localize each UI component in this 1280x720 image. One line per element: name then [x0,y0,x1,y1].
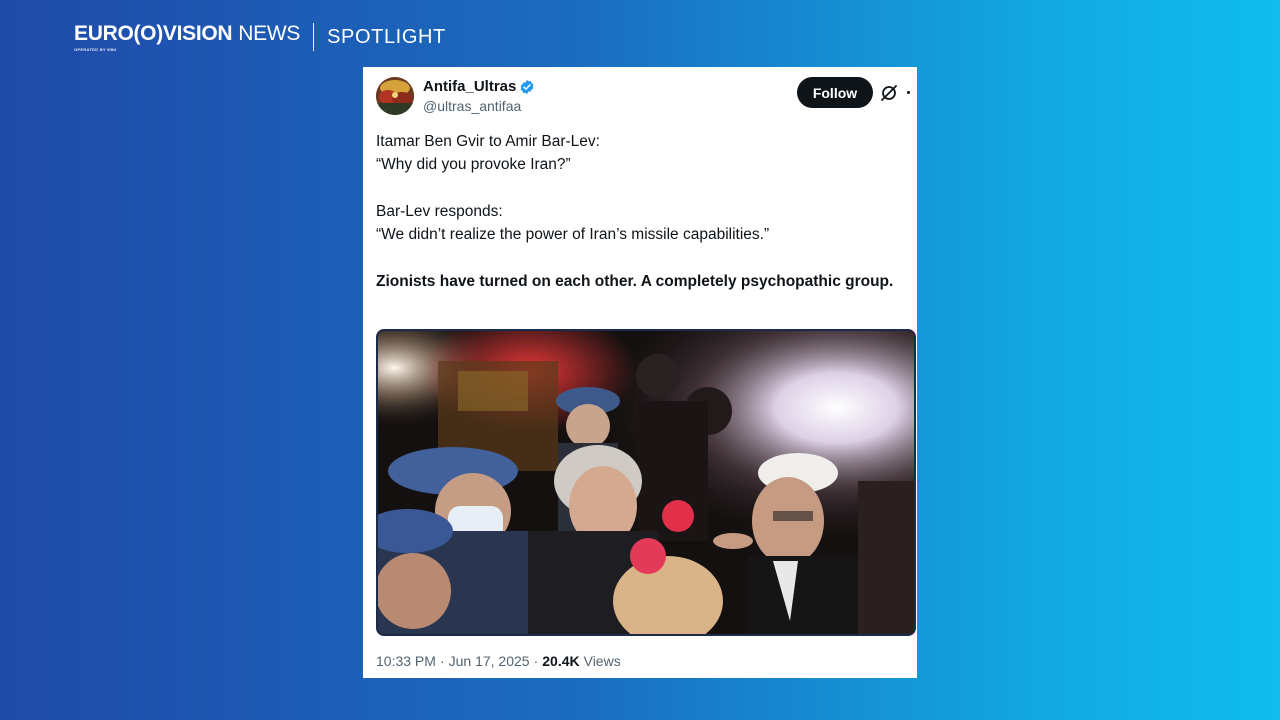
tweet-line-1: Itamar Ben Gvir to Amir Bar-Lev: [376,133,600,150]
author-handle[interactable]: @ultras_antifaa [423,98,521,114]
tweet-card: Antifa_Ultras @ultras_antifaa Follow Ita… [363,67,917,678]
tweet-video[interactable] [376,329,916,636]
eurovision-news-brand: EURO(O)VISION NEWS OPERATED BY EBU SPOTL… [74,22,446,52]
brand-divider [313,23,315,51]
avatar[interactable] [376,77,414,115]
author-display-name[interactable]: Antifa_Ultras [423,78,516,95]
tweet-text: Itamar Ben Gvir to Amir Bar-Lev: “Why di… [376,130,896,293]
logo-subtitle: OPERATED BY EBU [74,47,117,52]
x-logo-icon[interactable] [879,83,899,103]
tweet-time[interactable]: 10:33 PM [376,653,436,669]
tweet-date[interactable]: Jun 17, 2025 [449,653,530,669]
tweet-meta: 10:33 PM · Jun 17, 2025 · 20.4K Views [376,653,621,669]
meta-separator-2: · [533,653,539,669]
logo-wordmark-light: NEWS [238,22,301,45]
section-title: SPOTLIGHT [327,25,446,48]
tweet-line-5: Zionists have turned on each other. A co… [376,273,894,290]
meta-separator: · [439,653,445,669]
author-name-row: Antifa_Ultras [423,78,535,95]
tweet-line-4: “We didn’t realize the power of Iran’s m… [376,226,770,243]
verified-badge-icon [521,79,534,94]
tweet-line-3: Bar-Lev responds: [376,203,503,220]
views-count: 20.4K [542,653,580,669]
tweet-line-2: “Why did you provoke Iran?” [376,156,571,173]
eurovision-news-logo: EURO(O)VISION NEWS OPERATED BY EBU [74,22,300,52]
follow-button[interactable]: Follow [797,77,873,108]
views-label: Views [583,653,621,669]
more-icon[interactable] [907,91,910,94]
logo-wordmark-bold: EURO(O)VISION [74,22,233,45]
